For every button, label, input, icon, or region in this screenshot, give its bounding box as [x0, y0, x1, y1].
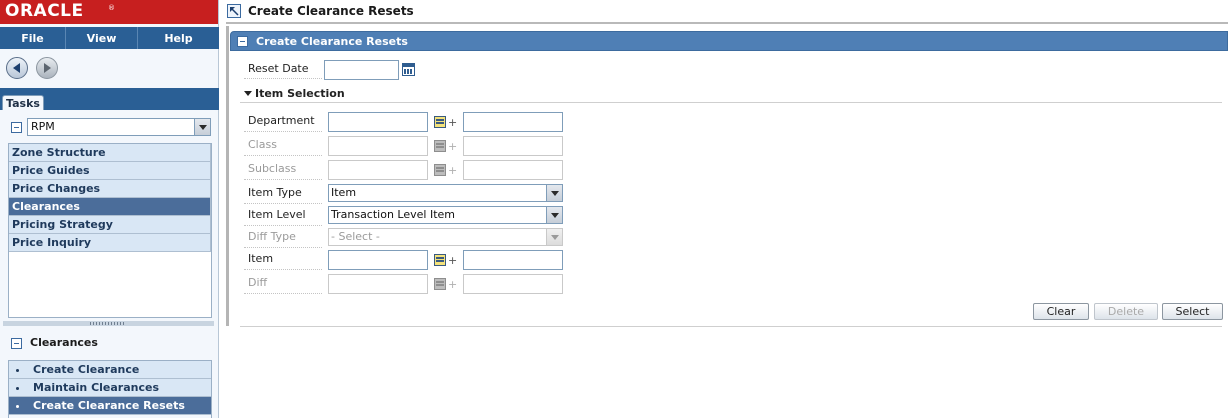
department-label: Department — [248, 114, 315, 127]
department-description — [463, 112, 563, 132]
item-type-select[interactable]: Item — [328, 184, 563, 202]
logo-registered-mark: ® — [108, 4, 115, 12]
item-label: Item — [248, 252, 274, 265]
field-divider — [244, 131, 322, 132]
class-input — [328, 136, 428, 156]
section-divider — [240, 102, 1222, 103]
field-divider — [244, 78, 322, 79]
oracle-logo: ORACLE — [5, 1, 84, 21]
menu-help[interactable]: Help — [138, 27, 219, 49]
subclass-input — [328, 160, 428, 180]
menu-bar: File View Help — [0, 27, 219, 49]
diff-description — [463, 274, 563, 294]
collapse-panel-icon[interactable] — [237, 36, 248, 47]
tab-tasks[interactable]: Tasks — [2, 95, 44, 111]
clearances-section-title: Clearances — [30, 336, 98, 349]
task-item-clearances[interactable]: Clearances — [9, 198, 211, 216]
class-description — [463, 136, 563, 156]
item-lov-icon[interactable] — [434, 254, 446, 266]
panel-title: Create Clearance Resets — [256, 35, 408, 48]
field-divider — [244, 225, 322, 226]
menu-file[interactable]: File — [0, 27, 66, 49]
plus-icon: + — [448, 140, 458, 153]
diff-type-label: Diff Type — [248, 230, 296, 243]
plus-icon: + — [448, 278, 458, 291]
subclass-label: Subclass — [248, 162, 297, 175]
item-type-label: Item Type — [248, 186, 302, 199]
department-lov-icon[interactable] — [434, 116, 446, 128]
task-item-price-guides[interactable]: Price Guides — [9, 162, 211, 180]
application-select[interactable]: RPM — [27, 118, 211, 136]
item-level-value: Transaction Level Item — [331, 208, 455, 221]
item-description — [463, 250, 563, 270]
chevron-down-icon[interactable] — [546, 185, 562, 201]
field-divider — [244, 203, 322, 204]
clearance-item-create-resets[interactable]: Create Clearance Resets — [9, 397, 211, 415]
oracle-logo-bar: ORACLE ® — [0, 0, 218, 24]
forward-button[interactable] — [36, 57, 58, 79]
clearance-item-create[interactable]: Create Clearance — [9, 361, 211, 379]
clear-button[interactable]: Clear — [1033, 303, 1089, 320]
class-lov-icon — [434, 140, 446, 152]
plus-icon: + — [448, 116, 458, 129]
diff-type-value: - Select - — [331, 230, 380, 243]
application-select-value: RPM — [31, 120, 55, 133]
bullet-icon — [16, 387, 19, 390]
chevron-down-icon[interactable] — [194, 119, 210, 135]
task-item-zone-structure[interactable]: Zone Structure — [9, 144, 211, 162]
field-divider — [244, 293, 322, 294]
item-input[interactable] — [328, 250, 428, 270]
restore-window-icon[interactable] — [227, 4, 241, 18]
department-input[interactable] — [328, 112, 428, 132]
item-level-label: Item Level — [248, 208, 306, 221]
menu-view[interactable]: View — [66, 27, 138, 49]
task-item-pricing-strategy[interactable]: Pricing Strategy — [9, 216, 211, 234]
field-divider — [244, 155, 322, 156]
diff-input — [328, 274, 428, 294]
arrow-left-icon — [13, 63, 20, 73]
subclass-description — [463, 160, 563, 180]
triangle-down-icon — [244, 91, 252, 96]
arrow-right-icon — [44, 63, 51, 73]
chevron-down-icon[interactable] — [546, 207, 562, 223]
field-divider — [244, 247, 322, 248]
reset-date-label: Reset Date — [248, 62, 309, 75]
collapse-rpm-icon[interactable] — [11, 122, 22, 133]
collapse-clearances-icon[interactable] — [11, 338, 22, 349]
task-item-price-changes[interactable]: Price Changes — [9, 180, 211, 198]
item-type-value: Item — [331, 186, 357, 199]
splitter-grip-icon[interactable] — [90, 322, 126, 325]
clearance-item-label: Create Clearance Resets — [33, 399, 185, 412]
calendar-icon[interactable] — [402, 63, 415, 76]
item-level-select[interactable]: Transaction Level Item — [328, 206, 563, 224]
clearance-item-label: Maintain Clearances — [33, 381, 160, 394]
select-button[interactable]: Select — [1162, 303, 1223, 320]
field-divider — [244, 179, 322, 180]
bullet-icon — [16, 405, 19, 408]
task-item-price-inquiry[interactable]: Price Inquiry — [9, 234, 211, 252]
clearances-list: Create Clearance Maintain Clearances Cre… — [8, 360, 212, 418]
diff-lov-icon — [434, 278, 446, 290]
delete-button: Delete — [1094, 303, 1158, 320]
title-divider — [226, 22, 1228, 24]
page-title: Create Clearance Resets — [248, 4, 414, 18]
bullet-icon — [16, 369, 19, 372]
subclass-lov-icon — [434, 164, 446, 176]
plus-icon: + — [448, 254, 458, 267]
plus-icon: + — [448, 164, 458, 177]
chevron-down-icon — [546, 229, 562, 245]
panel-header: Create Clearance Resets — [230, 31, 1228, 51]
item-selection-toggle[interactable]: Item Selection — [244, 87, 345, 100]
clearance-item-label: Create Clearance — [33, 363, 140, 376]
diff-label: Diff — [248, 276, 268, 289]
field-divider — [244, 269, 322, 270]
back-button[interactable] — [6, 57, 28, 79]
diff-type-select: - Select - — [328, 228, 563, 246]
reset-date-input[interactable] — [324, 60, 399, 80]
class-label: Class — [248, 138, 277, 151]
section-title: Item Selection — [255, 87, 345, 100]
task-list: Zone Structure Price Guides Price Change… — [8, 143, 212, 318]
panel-bottom-divider — [240, 326, 1222, 327]
clearance-item-maintain[interactable]: Maintain Clearances — [9, 379, 211, 397]
